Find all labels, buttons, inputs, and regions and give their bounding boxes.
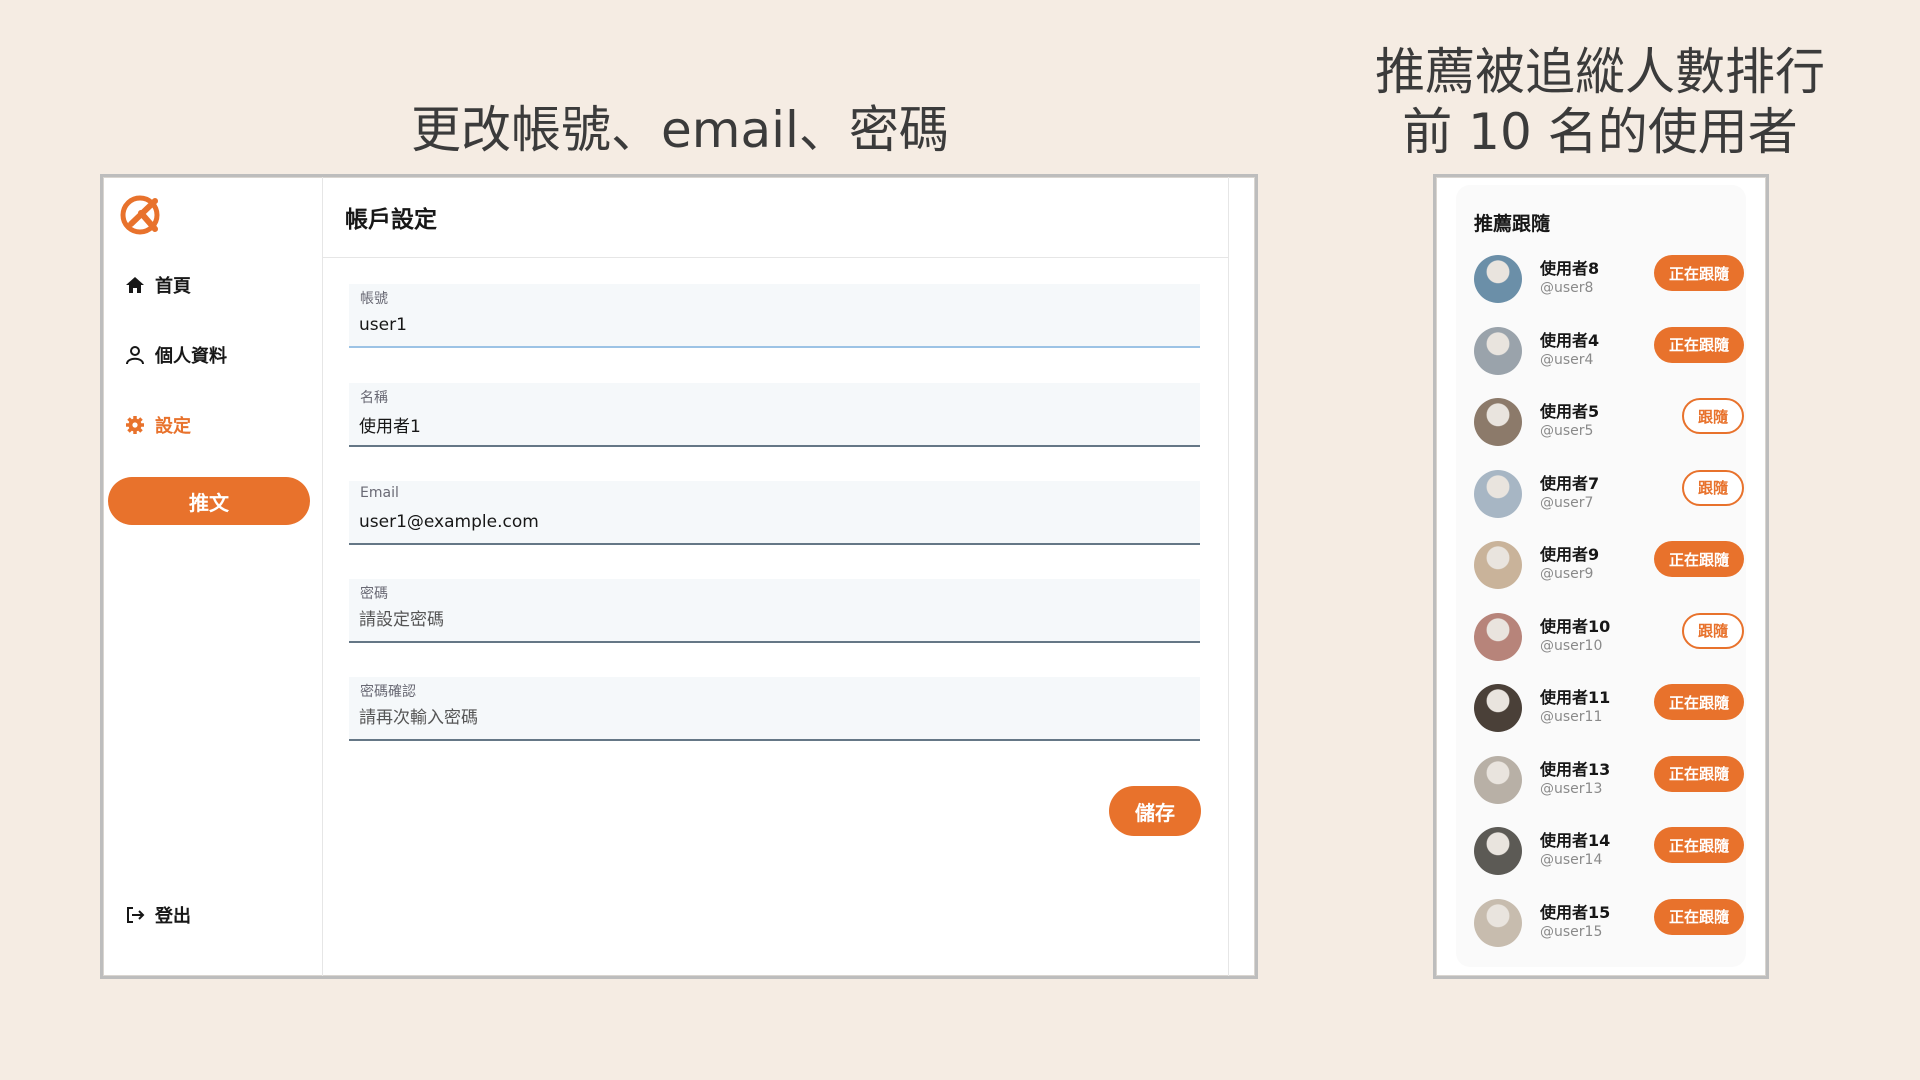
name-field[interactable]: 名稱: [349, 383, 1200, 447]
page-title: 帳戶設定: [323, 177, 1228, 258]
sidebar-item-label: 設定: [155, 416, 191, 437]
following-button[interactable]: 正在跟隨: [1654, 755, 1744, 792]
sidebar-item-label: 首頁: [155, 276, 191, 297]
save-button[interactable]: 儲存: [1109, 786, 1201, 836]
user-handle: @user14: [1540, 852, 1603, 868]
right-caption-line1: 推薦被追縱人數排行: [1375, 43, 1825, 101]
password-input[interactable]: [359, 607, 1179, 633]
right-caption-line2: 前 10 名的使用者: [1402, 103, 1798, 161]
alpha-logo-icon[interactable]: [119, 191, 165, 237]
following-button[interactable]: 正在跟隨: [1654, 898, 1744, 935]
avatar[interactable]: [1474, 326, 1522, 375]
following-button[interactable]: 正在跟隨: [1654, 326, 1744, 363]
recommend-title: 推薦跟隨: [1474, 213, 1551, 235]
avatar[interactable]: [1474, 898, 1522, 947]
recommend-item: 使用者14 @user14 正在跟隨: [1474, 817, 1744, 877]
recommend-screenshot: 推薦跟隨 使用者8 @user8 正在跟隨 使用者4 @user4 正在跟隨 使用者5 @us…: [1433, 174, 1769, 979]
avatar[interactable]: [1474, 755, 1522, 804]
user-handle: @user7: [1540, 494, 1594, 511]
password-field[interactable]: 密碼: [349, 579, 1200, 643]
avatar[interactable]: [1474, 612, 1522, 661]
logout-button[interactable]: 登出: [123, 900, 191, 930]
user-handle: @user8: [1540, 280, 1594, 296]
password-confirm-field[interactable]: 密碼確認: [349, 677, 1200, 741]
tweet-button[interactable]: 推文: [108, 477, 310, 525]
user-name[interactable]: 使用者10: [1540, 613, 1610, 637]
field-label: 密碼: [360, 586, 388, 602]
password-confirm-input[interactable]: [359, 705, 1179, 731]
avatar[interactable]: [1474, 469, 1522, 518]
user-name[interactable]: 使用者13: [1540, 756, 1610, 780]
logout-label: 登出: [155, 906, 191, 927]
recommend-item: 使用者7 @user7 跟隨: [1474, 460, 1744, 520]
recommend-item: 使用者13 @user13 正在跟隨: [1474, 746, 1744, 806]
gear-icon: [123, 413, 147, 437]
following-button[interactable]: 正在跟隨: [1654, 541, 1744, 577]
home-icon: [123, 273, 147, 297]
sidebar-item-profile[interactable]: 個人資料: [123, 340, 227, 370]
avatar[interactable]: [1474, 255, 1522, 303]
user-handle: @user9: [1540, 566, 1594, 582]
user-handle: @user10: [1540, 637, 1603, 654]
user-handle: @user5: [1540, 423, 1594, 439]
follow-button[interactable]: 跟隨: [1682, 469, 1744, 506]
field-label: Email: [360, 485, 399, 501]
avatar[interactable]: [1474, 684, 1522, 732]
avatar[interactable]: [1474, 827, 1522, 875]
recommend-item: 使用者9 @user9 正在跟隨: [1474, 531, 1744, 591]
avatar[interactable]: [1474, 398, 1522, 446]
email-input[interactable]: [359, 509, 1179, 535]
recommend-item: 使用者15 @user15 正在跟隨: [1474, 889, 1744, 949]
user-name[interactable]: 使用者11: [1540, 684, 1610, 708]
user-name[interactable]: 使用者15: [1540, 899, 1610, 923]
user-name[interactable]: 使用者14: [1540, 827, 1610, 851]
recommend-item: 使用者8 @user8 正在跟隨: [1474, 245, 1744, 305]
user-icon: [123, 343, 147, 367]
avatar[interactable]: [1474, 541, 1522, 589]
sidebar-item-home[interactable]: 首頁: [123, 270, 191, 300]
logout-icon: [123, 903, 147, 927]
email-field[interactable]: Email: [349, 481, 1200, 545]
field-label: 名稱: [360, 390, 388, 406]
recommend-item: 使用者10 @user10 跟隨: [1474, 603, 1744, 663]
recommend-item: 使用者4 @user4 正在跟隨: [1474, 317, 1744, 377]
recommend-item: 使用者5 @user5 跟隨: [1474, 388, 1744, 448]
settings-main: 帳戶設定 帳號 名稱 Email 密碼 密碼確認 儲存: [323, 177, 1229, 976]
following-button[interactable]: 正在跟隨: [1654, 255, 1744, 291]
sidebar-item-label: 個人資料: [155, 346, 227, 367]
user-name[interactable]: 使用者5: [1540, 398, 1599, 422]
user-handle: @user11: [1540, 709, 1603, 725]
follow-button[interactable]: 跟隨: [1682, 612, 1744, 649]
user-handle: @user15: [1540, 923, 1603, 940]
user-name[interactable]: 使用者7: [1540, 470, 1599, 494]
left-caption: 更改帳號、email、密碼: [411, 101, 949, 159]
user-name[interactable]: 使用者8: [1540, 255, 1599, 279]
user-handle: @user4: [1540, 351, 1594, 368]
field-label: 密碼確認: [360, 684, 416, 700]
settings-screenshot: 首頁 個人資料 設定 推文 登出 帳戶設定 帳號 名: [100, 174, 1258, 979]
user-handle: @user13: [1540, 780, 1603, 797]
user-name[interactable]: 使用者4: [1540, 327, 1599, 351]
recommend-item: 使用者11 @user11 正在跟隨: [1474, 674, 1744, 734]
sidebar-item-settings[interactable]: 設定: [123, 410, 191, 440]
user-name[interactable]: 使用者9: [1540, 541, 1599, 565]
following-button[interactable]: 正在跟隨: [1654, 684, 1744, 720]
account-field[interactable]: 帳號: [349, 284, 1200, 348]
name-input[interactable]: [359, 411, 1179, 437]
recommend-panel: 推薦跟隨 使用者8 @user8 正在跟隨 使用者4 @user4 正在跟隨 使用者5 @us…: [1456, 185, 1746, 967]
account-input[interactable]: [359, 312, 1179, 338]
following-button[interactable]: 正在跟隨: [1654, 827, 1744, 863]
field-label: 帳號: [360, 291, 388, 307]
sidebar: 首頁 個人資料 設定 推文 登出: [103, 177, 323, 976]
right-caption: 推薦被追縱人數排行 前 10 名的使用者: [1370, 42, 1830, 162]
follow-button[interactable]: 跟隨: [1682, 398, 1744, 434]
